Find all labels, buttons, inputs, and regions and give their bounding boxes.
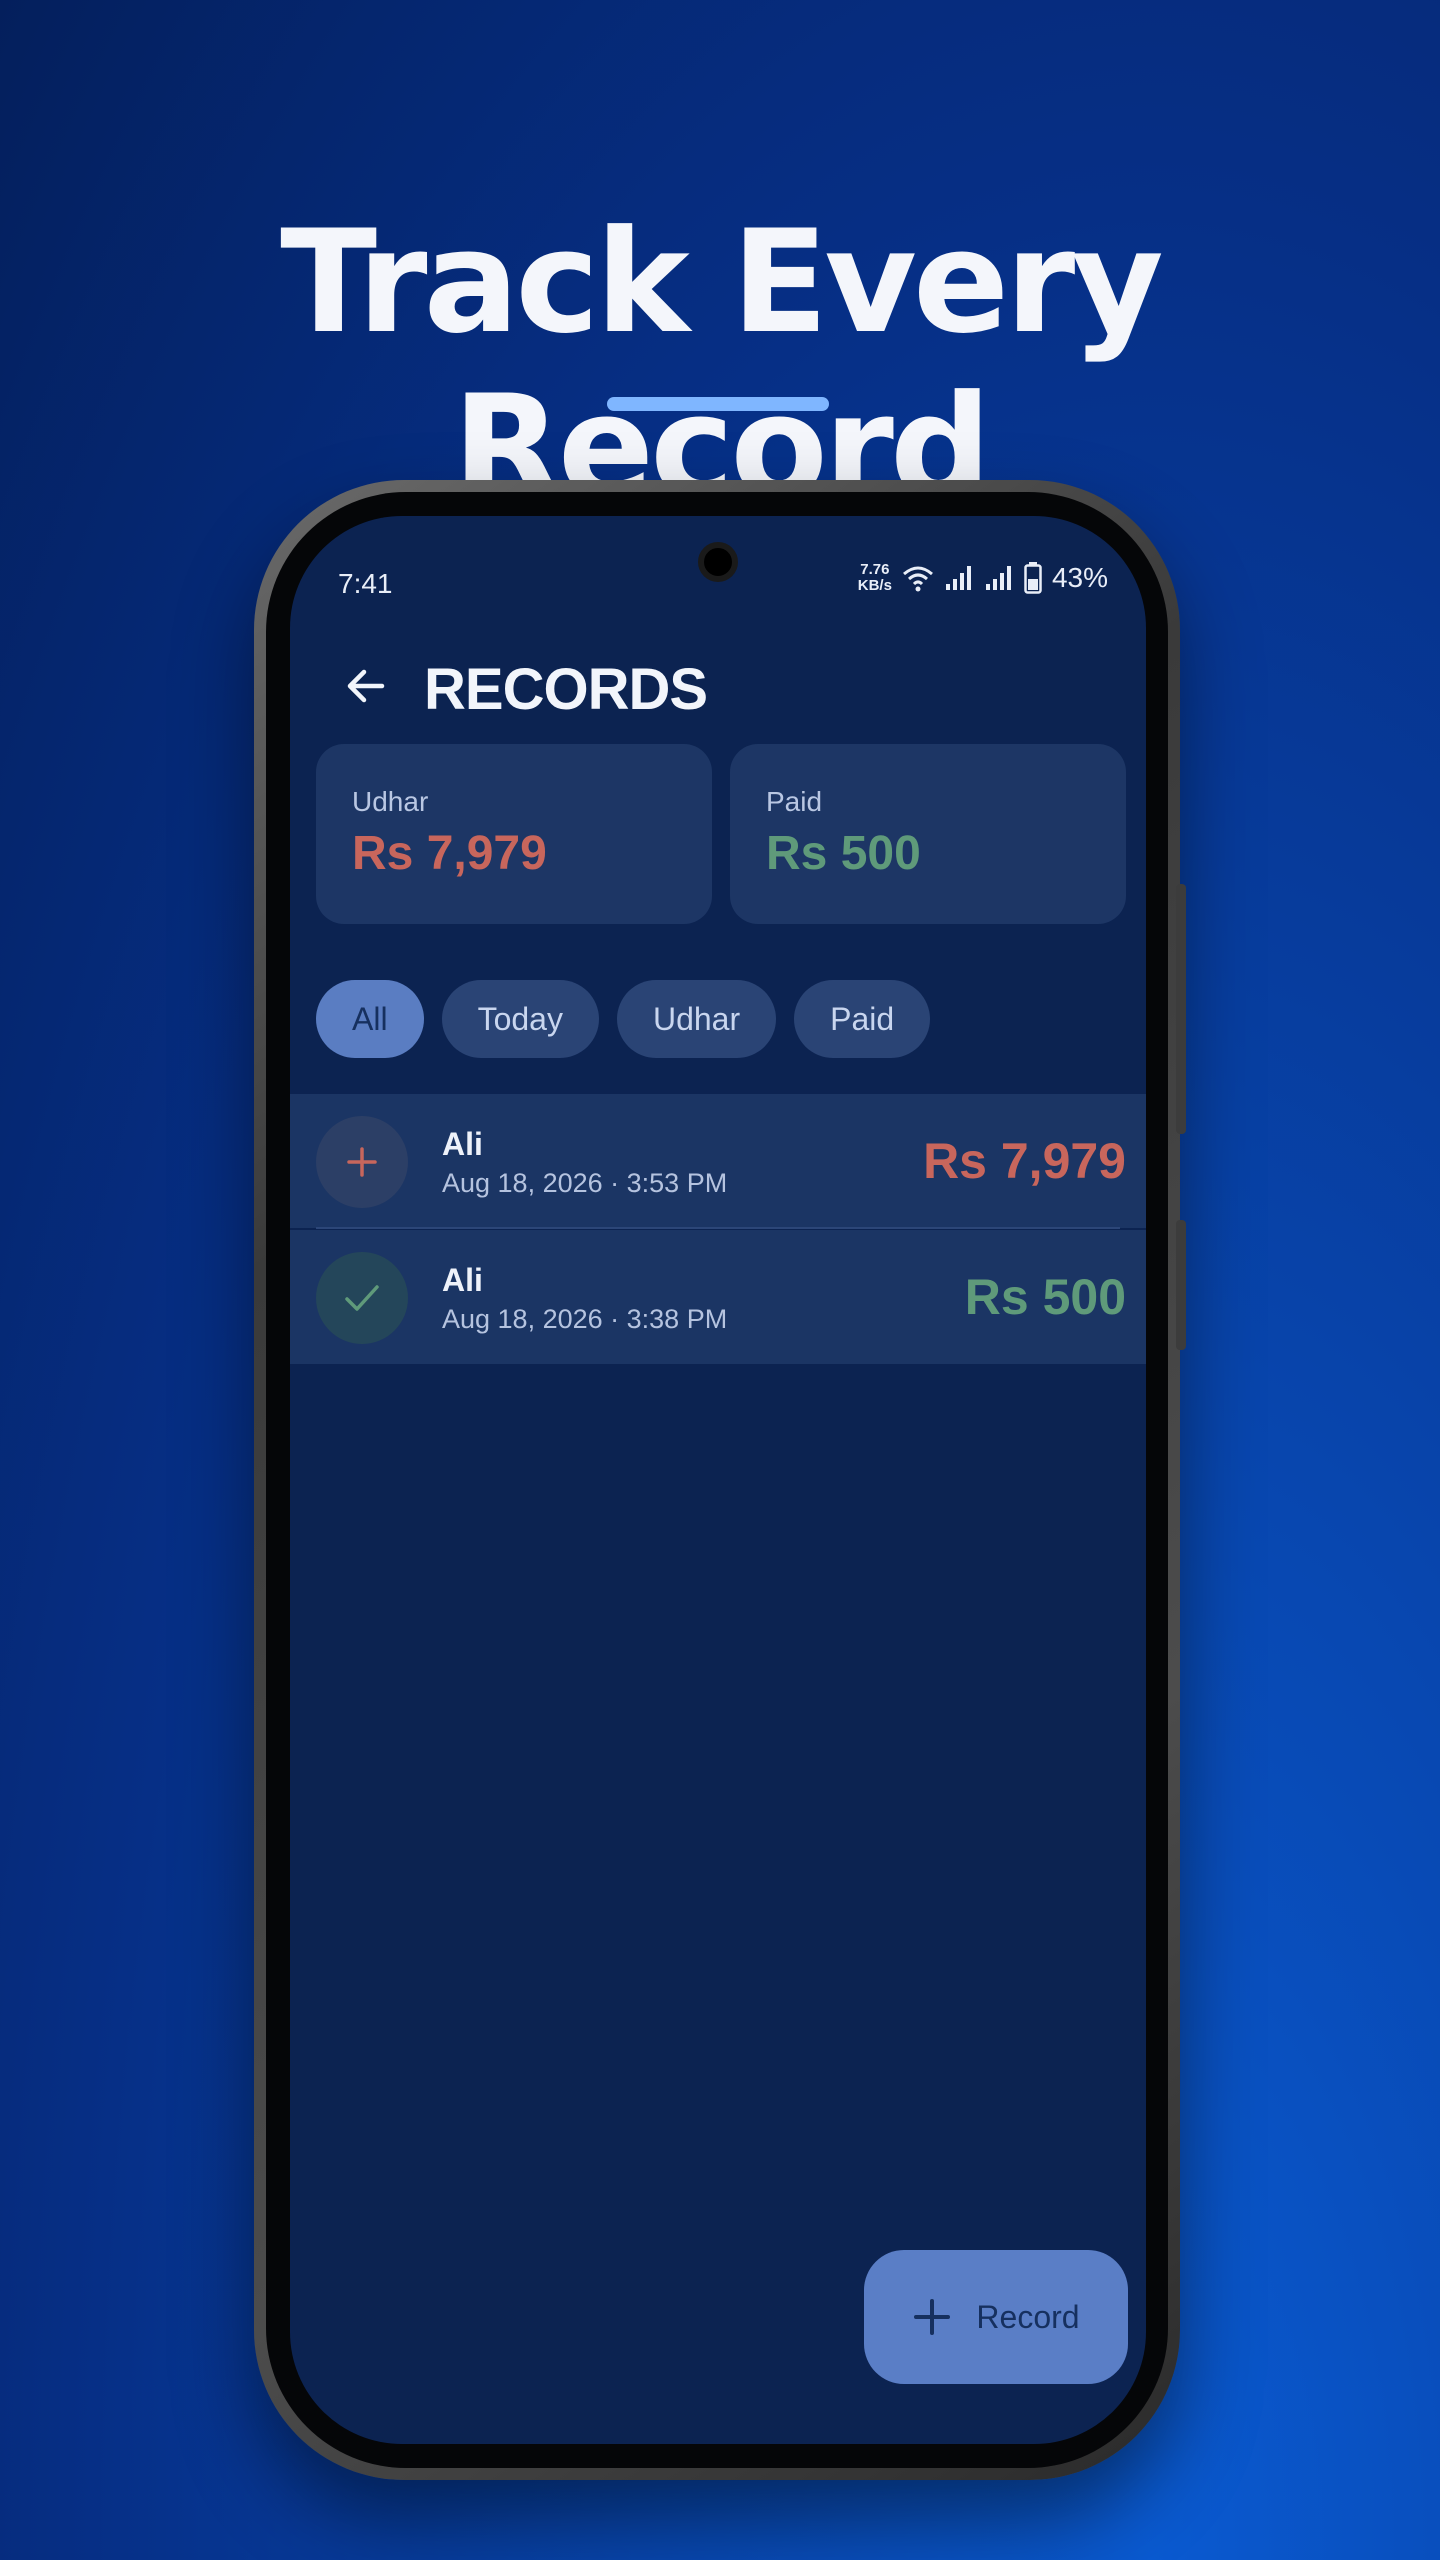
filter-chip-paid[interactable]: Paid xyxy=(794,980,931,1058)
battery-icon xyxy=(1024,562,1042,594)
plus-icon xyxy=(347,1147,377,1177)
status-time: 7:41 xyxy=(338,568,393,599)
record-date: Aug 18, 2026 · 3:38 PM xyxy=(442,1304,728,1334)
paid-label: Paid xyxy=(766,786,823,817)
plus-icon xyxy=(914,2299,951,2335)
phone-screen: 7:41 7.76 KB/s 43% RECORDS Udhar Rs 7,97… xyxy=(290,516,1146,2444)
signal-icon xyxy=(985,566,1011,590)
list-item[interactable]: Ali Aug 18, 2026 · 3:53 PM Rs 7,979 xyxy=(290,1094,1146,1229)
app-bar: RECORDS xyxy=(290,636,1146,736)
status-bar: 7:41 7.76 KB/s 43% xyxy=(290,552,1146,612)
add-record-label: Record xyxy=(976,2298,1080,2335)
record-name: Ali xyxy=(442,1262,483,1298)
page-title: RECORDS xyxy=(424,657,708,722)
udhar-badge xyxy=(316,1116,408,1208)
record-name: Ali xyxy=(442,1126,483,1162)
filter-chip-today[interactable]: Today xyxy=(441,980,599,1058)
record-date: Aug 18, 2026 · 3:53 PM xyxy=(442,1168,728,1198)
wifi-icon xyxy=(902,566,933,592)
status-icons: 7.76 KB/s 43% xyxy=(858,562,1108,594)
add-record-button[interactable]: Record xyxy=(864,2250,1128,2384)
check-icon xyxy=(345,1285,379,1311)
battery-percent: 43% xyxy=(1051,562,1108,593)
summary-cards: Udhar Rs 7,979 Paid Rs 500 xyxy=(316,744,1128,924)
net-speed: 7.76 KB/s xyxy=(858,562,892,594)
record-amount: Rs 7,979 xyxy=(923,1133,1126,1189)
filter-chip-all[interactable]: All xyxy=(316,980,424,1058)
udhar-total: Rs 7,979 xyxy=(352,827,547,880)
net-speed-unit: KB/s xyxy=(857,577,892,594)
records-list: Ali Aug 18, 2026 · 3:53 PM Rs 7,979 Ali … xyxy=(290,1094,1146,1364)
side-button xyxy=(1176,884,1186,1134)
divider xyxy=(316,1227,1120,1229)
paid-summary-card: Paid Rs 500 xyxy=(730,744,1126,924)
net-speed-value: 7.76 xyxy=(860,561,890,578)
record-amount: Rs 500 xyxy=(964,1269,1126,1325)
paid-badge xyxy=(316,1252,408,1344)
headline-underline xyxy=(607,397,829,411)
signal-icon xyxy=(945,566,971,590)
udhar-summary-card: Udhar Rs 7,979 xyxy=(316,744,712,924)
side-button xyxy=(1176,1220,1186,1350)
arrow-left-icon[interactable] xyxy=(342,662,390,710)
list-item[interactable]: Ali Aug 18, 2026 · 3:38 PM Rs 500 xyxy=(290,1230,1146,1364)
filter-chips: All Today Udhar Paid xyxy=(316,980,931,1058)
paid-total: Rs 500 xyxy=(766,827,921,880)
udhar-label: Udhar xyxy=(352,786,429,817)
filter-chip-udhar[interactable]: Udhar xyxy=(616,980,777,1058)
